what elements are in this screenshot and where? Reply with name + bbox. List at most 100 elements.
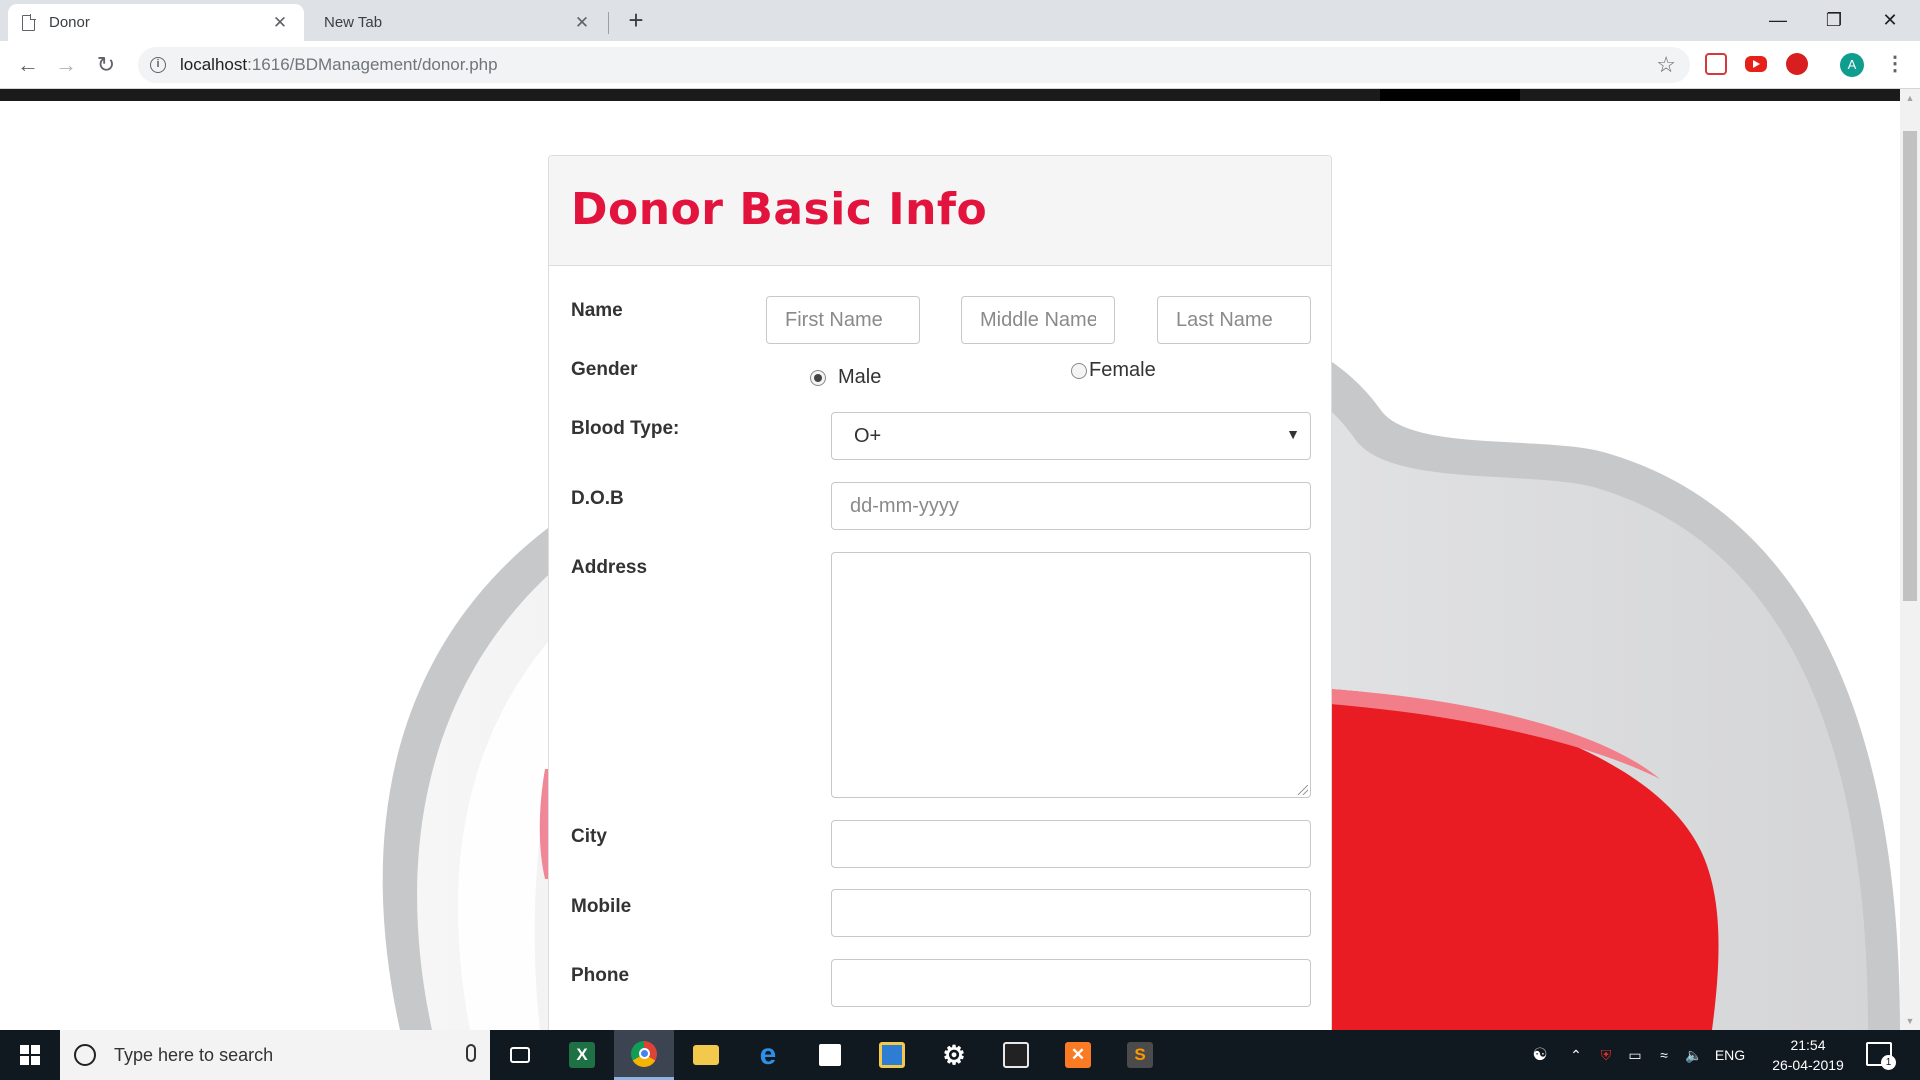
browser-toolbar: ← → ↻ i localhost:1616/BDManagement/dono… <box>0 41 1920 89</box>
last-name-input[interactable] <box>1157 296 1311 344</box>
city-label: City <box>571 826 607 847</box>
donor-form-card: Donor Basic Info Name Gender Male Female… <box>548 155 1332 1030</box>
browser-menu-icon[interactable]: ⋮ <box>1885 51 1905 76</box>
app-window-icon <box>879 1042 905 1068</box>
info-icon[interactable]: i <box>150 57 166 73</box>
tab-title: Donor <box>49 14 90 31</box>
forward-button[interactable]: → <box>50 49 82 81</box>
restore-button[interactable]: ❐ <box>1806 0 1862 41</box>
block-extension-icon[interactable] <box>1786 53 1808 75</box>
chrome-center-icon <box>638 1048 650 1059</box>
terminal-icon <box>1003 1042 1029 1068</box>
taskbar-store[interactable] <box>800 1030 860 1080</box>
resize-handle[interactable] <box>1298 785 1308 795</box>
mobile-input[interactable] <box>831 889 1311 937</box>
page-viewport: Donor Basic Info Name Gender Male Female… <box>0 89 1920 1030</box>
store-bag-icon <box>819 1044 841 1066</box>
radio-button-unchecked[interactable] <box>1071 362 1087 379</box>
wifi-icon[interactable]: ≈ <box>1650 1047 1678 1063</box>
chevron-down-icon: ▼ <box>1286 426 1300 442</box>
scroll-up-arrow-icon[interactable]: ▲ <box>1900 93 1920 103</box>
cortana-icon <box>74 1044 96 1066</box>
system-tray: ☯ ⌃ ⛨ ▭ ≈ 🔈 ENG <box>1520 1030 1760 1080</box>
page-title: Donor Basic Info <box>571 184 988 235</box>
microphone-icon[interactable] <box>466 1044 476 1062</box>
language-indicator[interactable]: ENG <box>1710 1047 1750 1063</box>
url-path: :1616/BDManagement/donor.php <box>247 55 498 74</box>
xampp-icon: ✕ <box>1065 1042 1091 1068</box>
notification-center-icon[interactable]: 1 <box>1866 1042 1896 1070</box>
address-textarea[interactable] <box>831 552 1311 798</box>
tab-donor[interactable]: Donor ✕ <box>8 4 304 41</box>
blood-type-select[interactable]: O+ ▼ <box>831 412 1311 460</box>
first-name-input[interactable] <box>766 296 920 344</box>
battery-icon[interactable]: ▭ <box>1620 1047 1650 1064</box>
document-icon <box>22 13 36 31</box>
gender-label: Gender <box>571 359 638 380</box>
dob-label: D.O.B <box>571 488 624 509</box>
browser-tab-strip: Donor ✕ New Tab ✕ + — ❐ ✕ <box>0 0 1920 41</box>
close-tab-icon[interactable]: ✕ <box>572 13 592 33</box>
minimize-button[interactable]: — <box>1750 0 1806 41</box>
taskbar-settings[interactable]: ⚙ <box>924 1030 984 1080</box>
back-button[interactable]: ← <box>12 49 44 81</box>
windows-logo-icon <box>20 1045 40 1065</box>
close-tab-icon[interactable]: ✕ <box>270 13 290 33</box>
taskbar-file-explorer[interactable] <box>676 1030 736 1080</box>
taskbar-app-blue[interactable] <box>862 1030 922 1080</box>
excel-icon: X <box>569 1042 595 1068</box>
search-placeholder: Type here to search <box>114 1044 274 1065</box>
dob-input[interactable] <box>831 482 1311 530</box>
tab-new-tab[interactable]: New Tab ✕ <box>310 4 606 41</box>
name-label: Name <box>571 300 623 321</box>
address-bar[interactable]: i localhost:1616/BDManagement/donor.php … <box>138 47 1690 83</box>
blood-type-value: O+ <box>854 424 882 447</box>
people-icon[interactable]: ☯ <box>1520 1045 1560 1065</box>
phone-label: Phone <box>571 965 630 986</box>
tab-divider <box>608 12 609 34</box>
notification-count-badge: 1 <box>1881 1055 1896 1070</box>
chevron-up-icon[interactable]: ⌃ <box>1560 1047 1592 1064</box>
taskbar-search-box[interactable]: Type here to search <box>60 1030 490 1080</box>
task-view-icon <box>510 1047 530 1063</box>
taskbar-chrome[interactable] <box>614 1030 674 1080</box>
taskbar-clock[interactable]: 21:54 26-04-2019 <box>1766 1035 1850 1075</box>
gender-male-label: Male <box>838 366 882 388</box>
antivirus-icon[interactable]: ⛨ <box>1592 1047 1620 1064</box>
bookmark-star-icon[interactable]: ☆ <box>1656 52 1676 78</box>
phone-input[interactable] <box>831 959 1311 1007</box>
folder-icon <box>693 1045 719 1065</box>
youtube-extension-icon[interactable] <box>1745 56 1767 72</box>
clock-time: 21:54 <box>1790 1037 1826 1053</box>
radio-button-checked[interactable] <box>810 369 826 386</box>
gender-female-radio[interactable]: Female <box>1071 359 1156 382</box>
clock-date: 26-04-2019 <box>1772 1057 1844 1073</box>
blood-type-label: Blood Type: <box>571 418 680 439</box>
task-view-button[interactable] <box>490 1030 550 1080</box>
tab-title: New Tab <box>324 14 383 31</box>
reload-button[interactable]: ↻ <box>90 49 122 81</box>
start-button[interactable] <box>0 1030 60 1080</box>
taskbar-sublime[interactable]: S <box>1110 1030 1170 1080</box>
gender-male-radio[interactable]: Male <box>810 366 881 389</box>
sublime-icon: S <box>1127 1042 1153 1068</box>
taskbar-xampp[interactable]: ✕ <box>1048 1030 1108 1080</box>
address-label: Address <box>571 557 648 578</box>
city-input[interactable] <box>831 820 1311 868</box>
site-top-bar <box>0 89 1900 101</box>
gear-icon: ⚙ <box>942 1039 966 1070</box>
card-header: Donor Basic Info <box>549 156 1331 266</box>
windows-taskbar: Type here to search X e ⚙ ✕ S ☯ ⌃ ⛨ ▭ ≈ <box>0 1030 1920 1080</box>
close-window-button[interactable]: ✕ <box>1862 0 1918 41</box>
new-tab-button[interactable]: + <box>622 6 650 34</box>
taskbar-edge[interactable]: e <box>738 1030 798 1080</box>
profile-avatar[interactable]: A <box>1840 53 1864 77</box>
taskbar-excel[interactable]: X <box>552 1030 612 1080</box>
page-scrollbar[interactable]: ▲ ▼ <box>1900 89 1920 1030</box>
taskbar-app-terminal[interactable] <box>986 1030 1046 1080</box>
scrollbar-thumb[interactable] <box>1903 131 1917 601</box>
pocket-extension-icon[interactable] <box>1705 53 1727 75</box>
scroll-down-arrow-icon[interactable]: ▼ <box>1900 1016 1920 1026</box>
middle-name-input[interactable] <box>961 296 1115 344</box>
volume-icon[interactable]: 🔈 <box>1678 1047 1710 1064</box>
